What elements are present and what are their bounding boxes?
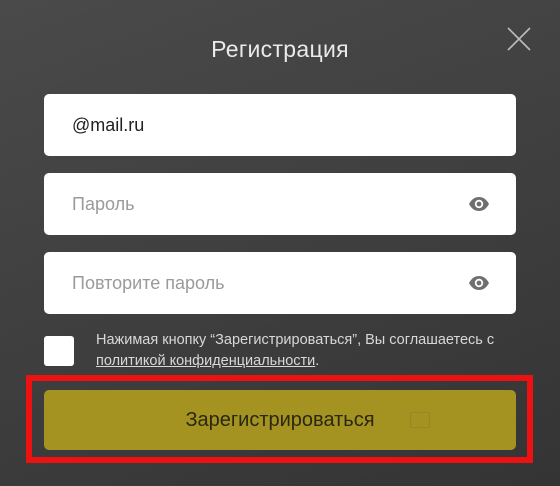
eye-icon[interactable] [468,194,490,214]
close-icon[interactable] [506,26,532,52]
repeat-password-field[interactable] [44,252,516,314]
repeat-password-field-container [44,252,516,314]
email-field-container [44,94,516,156]
password-field-container [44,173,516,235]
privacy-policy-link[interactable]: политикой конфиденциальности [96,353,315,369]
agreement-text: Нажимая кнопку “Зарегистрироваться”, Вы … [96,330,516,372]
eye-icon[interactable] [468,273,490,293]
agreement-text-after: . [315,353,320,369]
password-field[interactable] [44,173,516,235]
registration-modal: Регистрация Нажимая кноп [0,0,560,486]
modal-title: Регистрация [211,36,349,62]
agreement-checkbox[interactable] [44,336,74,366]
agreement-text-before: Нажимая кнопку “Зарегистрироваться”, Вы … [96,332,495,348]
highlight-box [26,375,533,463]
email-field[interactable] [44,94,516,156]
